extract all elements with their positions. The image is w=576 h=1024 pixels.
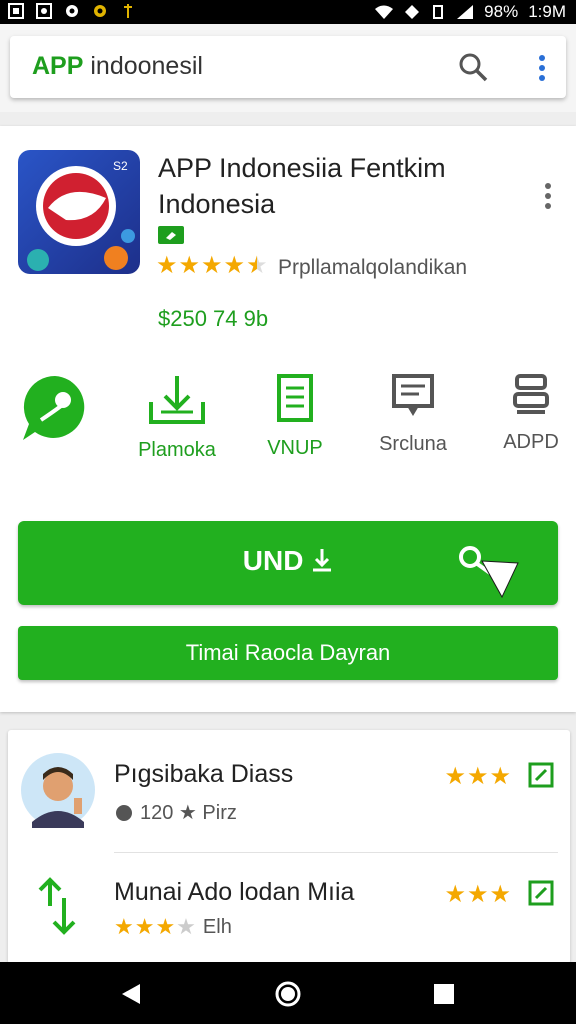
open-external-icon[interactable] — [528, 762, 554, 788]
list-item-sub-stars: ★★★★ — [114, 914, 197, 939]
install-button[interactable]: UND — [18, 521, 558, 605]
chat-bubble-icon — [23, 375, 85, 440]
globe-icon — [116, 804, 132, 821]
download-tray-icon — [149, 376, 205, 424]
star-icon: ★ — [223, 252, 246, 279]
app-overflow-menu-icon[interactable] — [544, 182, 552, 210]
cursor-pointer-icon — [459, 546, 519, 599]
notification-icons — [8, 3, 136, 19]
editors-choice-badge — [158, 226, 184, 244]
list-item-subtitle-text: 120 ★ Pirz — [140, 802, 237, 824]
action-label: Srcluna — [379, 433, 447, 455]
list-item[interactable]: Pıgsibaka Diass 120 ★ Pirz ★★★ — [8, 730, 570, 853]
system-status: 98% 1:9M — [374, 2, 566, 22]
list-item-subtitle-text: Elh — [202, 915, 232, 938]
action-download[interactable]: Plamoka — [122, 372, 232, 462]
search-header: APP indoonesil — [0, 24, 576, 112]
signal-icon — [457, 5, 474, 19]
developer-name[interactable]: Prpllamalqolandikan — [278, 256, 467, 280]
half-star-icon: ★ — [246, 252, 268, 279]
list-item-title: Munai Ado lodan Mıia — [114, 878, 355, 906]
app-details-card: S2 APP Indonesiia Fentkim Indonesia ★ ★ … — [0, 126, 576, 712]
coin-notification-icon — [94, 5, 106, 17]
avatar — [21, 753, 95, 828]
app-logo-icon: S2 — [27, 159, 135, 271]
secondary-button-label: Timai Raocla Dayran — [185, 640, 391, 665]
action-document[interactable]: VNUP — [240, 372, 350, 460]
data-saver-icon — [405, 5, 420, 19]
secondary-action-button[interactable]: Timai Raocla Dayran — [18, 626, 558, 680]
list-item-rating: ★★★ — [444, 763, 512, 790]
action-row: Plamoka VNUP Srcluna ADPD — [0, 372, 576, 462]
action-label: VNUP — [267, 437, 323, 459]
action-server[interactable]: ADPD — [476, 372, 576, 454]
message-board-icon — [392, 374, 434, 416]
system-navigation-bar — [0, 962, 576, 1024]
app-rating-stars: ★ ★ ★ ★ ★ — [156, 254, 268, 278]
overflow-menu-icon[interactable] — [538, 54, 546, 82]
action-chat[interactable] — [0, 372, 110, 449]
list-item-subtitle: 120 ★ Pirz — [114, 800, 237, 825]
search-input[interactable]: APP indoonesil — [10, 36, 566, 98]
action-label: Plamoka — [138, 439, 216, 461]
list-item[interactable]: Munai Ado lodan Mıia ★★★★ Elh ★★★ — [8, 852, 570, 964]
app-logo: S2 — [18, 150, 140, 274]
pin-notification-icon — [124, 4, 132, 18]
document-icon — [277, 374, 313, 422]
list-item-subtitle: ★★★★ Elh — [114, 914, 232, 940]
list-item-title: Pıgsibaka Diass — [114, 760, 294, 788]
search-query: APP indoonesil — [32, 52, 203, 81]
image-notification-icon — [8, 3, 24, 19]
download-icon — [313, 549, 332, 572]
server-icon — [513, 374, 549, 414]
install-label-text: UND — [242, 545, 304, 576]
battery-percent: 98% — [484, 2, 519, 21]
location-notification-icon — [66, 5, 78, 17]
wifi-icon — [375, 5, 394, 19]
status-bar: 98% 1:9M — [0, 0, 576, 24]
home-icon[interactable] — [274, 980, 302, 1008]
badge-icon — [166, 232, 176, 240]
svg-text:S2: S2 — [113, 159, 128, 173]
search-icon[interactable] — [458, 52, 488, 82]
related-apps-card: Pıgsibaka Diass 120 ★ Pirz ★★★ Munai Ado… — [8, 730, 570, 964]
app-title: APP Indonesiia Fentkim Indonesia — [158, 153, 446, 219]
open-external-icon[interactable] — [528, 880, 554, 906]
back-icon[interactable] — [120, 982, 142, 1006]
star-icon: ★ — [156, 252, 178, 279]
star-icon: ★ — [201, 252, 223, 279]
vibrate-icon — [433, 5, 444, 19]
transfer-arrows-icon — [38, 877, 76, 935]
clock: 1:9M — [528, 2, 566, 21]
recents-icon[interactable] — [434, 984, 454, 1004]
app-price: $250 74 9b — [158, 306, 269, 331]
search-brand: APP — [32, 52, 84, 80]
list-item-rating: ★★★ — [444, 881, 512, 908]
photo-notification-icon — [36, 3, 52, 19]
search-query-text: indoonesil — [90, 52, 203, 80]
action-label: ADPD — [503, 431, 559, 453]
action-message-board[interactable]: Srcluna — [358, 372, 468, 456]
star-icon: ★ — [178, 252, 201, 279]
